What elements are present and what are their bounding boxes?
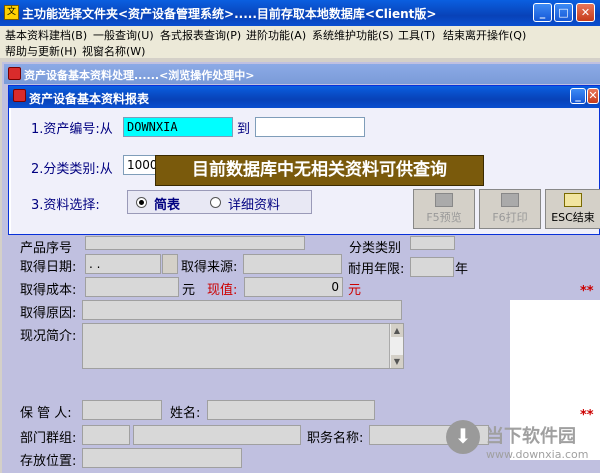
child-window-title: 资产设备基本资料处理......<浏览操作处理中> bbox=[24, 69, 255, 82]
reason-label: 取得原因: bbox=[20, 306, 77, 321]
to-label: 到 bbox=[237, 122, 251, 137]
data-select-group: 简表 详细资料 bbox=[127, 190, 312, 214]
custodian-field[interactable] bbox=[82, 400, 162, 420]
asset-no-to-input[interactable] bbox=[255, 117, 365, 137]
asset-no-from-input[interactable]: DOWNXIA bbox=[123, 117, 233, 137]
preview-button[interactable]: F5预览 bbox=[413, 189, 475, 229]
report-title: 资产设备基本资料报表 bbox=[29, 92, 150, 106]
menu-report-query[interactable]: 各式报表查询(P) bbox=[160, 27, 241, 43]
menu-window[interactable]: 视窗名称(W) bbox=[82, 43, 145, 59]
useful-life-field[interactable] bbox=[410, 257, 454, 277]
preview-button-label: F5预览 bbox=[426, 211, 462, 224]
acquire-date-field[interactable]: . . bbox=[85, 254, 161, 274]
dept-code-field[interactable] bbox=[82, 425, 130, 445]
report-title-bar: 资产设备基本资料报表 _ ✕ bbox=[9, 86, 600, 108]
product-no-field[interactable] bbox=[85, 236, 305, 250]
menu-bar: 基本资料建档(B) 一般查询(U) 各式报表查询(P) 进阶功能(A) 系统维护… bbox=[0, 26, 600, 58]
location-field[interactable] bbox=[82, 448, 242, 468]
minimize-button[interactable]: _ bbox=[533, 3, 552, 22]
exit-button-label: ESC结束 bbox=[551, 211, 595, 224]
title-bar: 文 主功能选择文件夹<资产设备管理系统>.....目前存取本地数据库<Clien… bbox=[0, 0, 600, 26]
year-unit-label: 年 bbox=[455, 262, 469, 277]
name-field[interactable] bbox=[207, 400, 375, 420]
menu-advanced[interactable]: 进阶功能(A) bbox=[246, 27, 306, 43]
menu-exit[interactable]: 结束离开操作(Q) bbox=[443, 27, 526, 43]
watermark: ⬇ 当下软件园 www.downxia.com bbox=[446, 420, 596, 470]
app-icon: 文 bbox=[4, 5, 19, 20]
scroll-up-icon[interactable]: ▲ bbox=[391, 324, 403, 337]
detail-radio-label[interactable]: 详细资料 bbox=[228, 194, 280, 213]
summary-scrollbar[interactable]: ▲ ▼ bbox=[389, 324, 403, 368]
menu-help[interactable]: 帮助与更新(H) bbox=[5, 43, 77, 59]
name-label: 姓名: bbox=[170, 406, 201, 421]
required-marker: ** bbox=[580, 284, 594, 299]
exit-button[interactable]: ESC结束 bbox=[545, 189, 600, 229]
acquire-source-select[interactable] bbox=[243, 254, 342, 274]
acquire-date-label: 取得日期: bbox=[20, 260, 77, 275]
close-button[interactable]: ✕ bbox=[576, 3, 595, 22]
title-label: 职务名称: bbox=[307, 431, 364, 446]
yuan-unit-label: 元 bbox=[182, 283, 196, 298]
detail-radio[interactable] bbox=[210, 197, 221, 208]
scroll-down-icon[interactable]: ▼ bbox=[391, 355, 403, 368]
report-minimize-button[interactable]: _ bbox=[570, 88, 586, 104]
location-label: 存放位置: bbox=[20, 454, 77, 469]
current-value-field[interactable]: 0 bbox=[244, 277, 343, 297]
print-button[interactable]: F6打印 bbox=[479, 189, 541, 229]
print-button-label: F6打印 bbox=[492, 211, 528, 224]
menu-general-query[interactable]: 一般查询(U) bbox=[93, 27, 154, 43]
custodian-label: 保 管 人: bbox=[20, 406, 72, 421]
menu-tools[interactable]: 工具(T) bbox=[398, 27, 435, 43]
useful-life-label: 耐用年限: bbox=[348, 262, 405, 277]
window-title: 主功能选择文件夹<资产设备管理系统>.....目前存取本地数据库<Client版… bbox=[22, 7, 437, 21]
data-select-label: 3.资料选择: bbox=[31, 198, 100, 213]
watermark-cn: 当下软件园 bbox=[486, 426, 576, 447]
category-field[interactable] bbox=[410, 236, 455, 250]
summary-textarea[interactable]: ▲ ▼ bbox=[82, 323, 404, 369]
reason-field[interactable] bbox=[82, 300, 402, 320]
menu-system[interactable]: 系统维护功能(S) bbox=[312, 27, 394, 43]
child-window-title-bar: 资产设备基本资料处理......<浏览操作处理中> bbox=[4, 64, 600, 84]
cost-field[interactable] bbox=[85, 277, 179, 297]
brief-radio-label[interactable]: 简表 bbox=[154, 194, 180, 213]
date-spinner[interactable] bbox=[162, 254, 178, 274]
printer-icon bbox=[501, 193, 519, 207]
watermark-url: www.downxia.com bbox=[486, 448, 589, 461]
download-arrow-icon: ⬇ bbox=[446, 420, 480, 454]
dept-label: 部门群组: bbox=[20, 431, 77, 446]
dept-name-field[interactable] bbox=[133, 425, 301, 445]
category-label: 分类类别 bbox=[349, 241, 402, 256]
asset-icon bbox=[8, 67, 21, 80]
category-range-label: 2.分类类别:从 bbox=[31, 162, 113, 177]
asset-no-label: 1.资产编号:从 bbox=[31, 122, 113, 137]
cost-label: 取得成本: bbox=[20, 283, 77, 298]
current-value-label: 现值: bbox=[207, 283, 238, 298]
report-icon bbox=[13, 89, 26, 102]
acquire-source-label: 取得来源: bbox=[181, 260, 238, 275]
maximize-button[interactable]: □ bbox=[554, 3, 573, 22]
preview-icon bbox=[435, 193, 453, 207]
menu-basic-data[interactable]: 基本资料建档(B) bbox=[5, 27, 87, 43]
report-close-button[interactable]: ✕ bbox=[587, 88, 599, 104]
main-window: 文 主功能选择文件夹<资产设备管理系统>.....目前存取本地数据库<Clien… bbox=[0, 0, 600, 473]
product-no-label: 产品序号 bbox=[20, 241, 73, 256]
brief-radio[interactable] bbox=[136, 197, 147, 208]
no-data-message: 目前数据库中无相关资料可供查询 bbox=[155, 155, 484, 186]
yuan-unit-label-2: 元 bbox=[348, 283, 362, 298]
exit-icon bbox=[564, 193, 582, 207]
summary-label: 现况简介: bbox=[20, 329, 77, 344]
